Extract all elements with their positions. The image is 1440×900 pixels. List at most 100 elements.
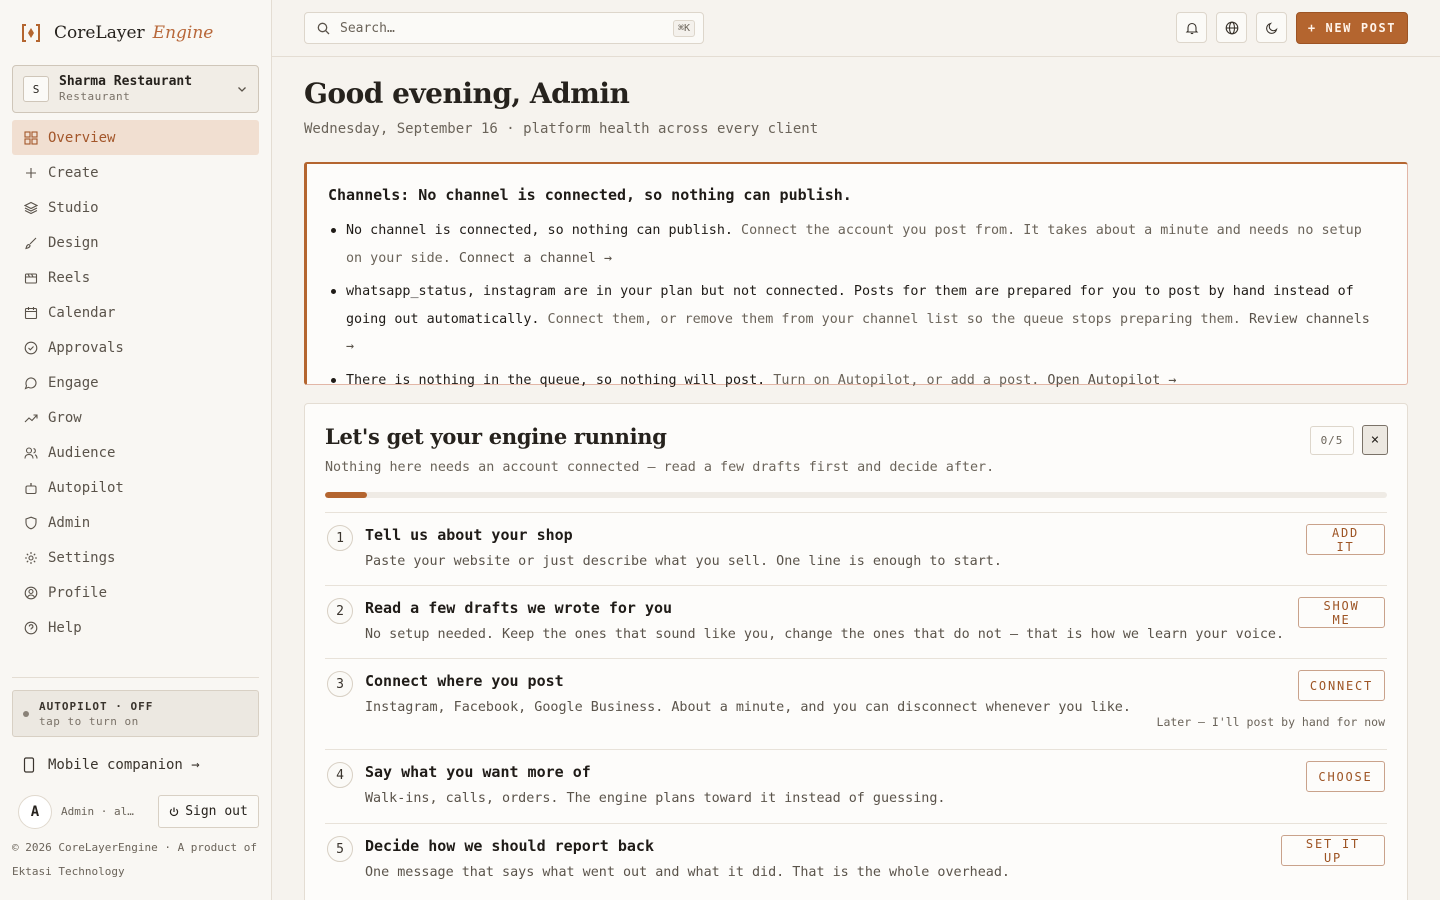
sidebar-item-engage[interactable]: Engage bbox=[12, 365, 259, 400]
gear-icon bbox=[24, 551, 38, 565]
robot-icon bbox=[24, 481, 38, 495]
notifications-button[interactable] bbox=[1176, 12, 1207, 43]
brand[interactable]: CoreLayer Engine bbox=[20, 20, 213, 46]
avatar[interactable]: A bbox=[18, 794, 52, 829]
alert-item-message: There is nothing in the queue, so nothin… bbox=[346, 372, 766, 388]
alert-item: No channel is connected, so nothing can … bbox=[328, 217, 1385, 272]
step-action-button[interactable]: CHOOSE bbox=[1306, 761, 1385, 792]
sidebar-item-label: Help bbox=[48, 619, 82, 636]
new-post-button[interactable]: + NEW POST bbox=[1296, 12, 1408, 44]
sidebar-item-autopilot[interactable]: Autopilot bbox=[12, 470, 259, 505]
step-action-button[interactable]: SET IT UP bbox=[1281, 835, 1385, 866]
sidebar-item-label: Grow bbox=[48, 409, 82, 426]
step-later-link[interactable]: Later — I'll post by hand for now bbox=[1157, 715, 1385, 729]
logo-icon bbox=[22, 24, 40, 42]
step-number: 4 bbox=[327, 762, 353, 788]
search-box[interactable]: ⌘K bbox=[304, 12, 704, 44]
step-action-button[interactable]: ADD IT bbox=[1306, 524, 1385, 555]
workspace-type: Restaurant bbox=[59, 90, 131, 103]
alert-item: There is nothing in the queue, so nothin… bbox=[328, 367, 1385, 395]
topbar: ⌘K + NEW POST bbox=[272, 0, 1440, 57]
autopilot-toggle[interactable]: AUTOPILOT · OFF tap to turn on bbox=[12, 690, 259, 737]
progress-counter: 0/5 bbox=[1310, 426, 1354, 455]
copyright: © 2026 CoreLayerEngine · A product of Ek… bbox=[12, 841, 258, 878]
sidebar-item-label: Profile bbox=[48, 584, 108, 601]
brand-name: CoreLayer bbox=[54, 23, 145, 43]
sidebar-item-label: Reels bbox=[48, 269, 91, 286]
sidebar-item-label: Studio bbox=[48, 199, 99, 216]
progress-bar bbox=[325, 492, 1387, 498]
search-input[interactable] bbox=[340, 20, 673, 36]
sidebar-item-label: Create bbox=[48, 164, 99, 181]
sidebar-item-grow[interactable]: Grow bbox=[12, 400, 259, 435]
step-title: Read a few drafts we wrote for you bbox=[365, 599, 673, 617]
sidebar-item-approvals[interactable]: Approvals bbox=[12, 330, 259, 365]
sidebar-item-audience[interactable]: Audience bbox=[12, 435, 259, 470]
sign-out-button[interactable]: Sign out bbox=[158, 795, 259, 828]
step-description: Paste your website or just describe what… bbox=[365, 554, 1002, 569]
search-shortcut: ⌘K bbox=[672, 19, 695, 37]
alert-item-message: No channel is connected, so nothing can … bbox=[346, 223, 733, 238]
brand-suffix: Engine bbox=[152, 23, 214, 43]
onboarding-title: Let's get your engine running bbox=[325, 424, 667, 449]
page-title: Good evening, Admin bbox=[304, 77, 630, 110]
sidebar-item-label: Calendar bbox=[48, 304, 116, 321]
user-name: Admin · al… bbox=[61, 805, 134, 818]
step-description: No setup needed. Keep the ones that soun… bbox=[365, 627, 1285, 642]
sidebar-item-calendar[interactable]: Calendar bbox=[12, 295, 259, 330]
step-title: Tell us about your shop bbox=[365, 526, 573, 544]
sidebar-item-overview[interactable]: Overview bbox=[12, 120, 259, 155]
sidebar-item-label: Settings bbox=[48, 549, 116, 566]
alert-title: Channels: No channel is connected, so no… bbox=[328, 186, 852, 204]
page-subtitle: Wednesday, September 16 · platform healt… bbox=[304, 121, 819, 137]
sidebar-divider bbox=[12, 677, 259, 678]
step-description: One message that says what went out and … bbox=[365, 865, 1010, 880]
sidebar-item-profile[interactable]: Profile bbox=[12, 575, 259, 610]
step-action-button[interactable]: SHOW ME bbox=[1298, 597, 1385, 628]
step-number: 3 bbox=[327, 671, 353, 697]
autopilot-status-dot bbox=[23, 710, 29, 717]
alert-list: No channel is connected, so nothing can … bbox=[328, 217, 1385, 394]
step-description: Instagram, Facebook, Google Business. Ab… bbox=[365, 700, 1131, 715]
brush-icon bbox=[24, 236, 38, 250]
grid-icon bbox=[24, 130, 38, 145]
user-circle-icon bbox=[24, 586, 38, 600]
sidebar-item-reels[interactable]: Reels bbox=[12, 260, 259, 295]
sidebar-item-admin[interactable]: Admin bbox=[12, 505, 259, 540]
step-number: 2 bbox=[327, 598, 353, 624]
shield-icon bbox=[24, 516, 38, 530]
plus-icon bbox=[24, 166, 38, 180]
sidebar-item-create[interactable]: Create bbox=[12, 155, 259, 190]
mobile-companion-link[interactable]: Mobile companion → bbox=[22, 754, 200, 776]
sidebar-item-studio[interactable]: Studio bbox=[12, 190, 259, 225]
sidebar-item-settings[interactable]: Settings bbox=[12, 540, 259, 575]
search-icon bbox=[317, 22, 330, 34]
alert-item-link[interactable]: Connect a channel → bbox=[459, 251, 612, 266]
step-title: Say what you want more of bbox=[365, 763, 591, 781]
channel-alert: Channels: No channel is connected, so no… bbox=[304, 162, 1408, 388]
alert-item-hint: Connect them, or remove them from your c… bbox=[547, 311, 1241, 327]
sidebar-item-design[interactable]: Design bbox=[12, 225, 259, 260]
bell-icon bbox=[1185, 22, 1198, 34]
sidebar-item-help[interactable]: Help bbox=[12, 610, 259, 645]
alert-item: whatsapp_status, instagram are in your p… bbox=[328, 278, 1385, 361]
alert-item-link[interactable]: Open Autopilot → bbox=[1047, 373, 1176, 388]
language-button[interactable] bbox=[1216, 12, 1247, 43]
autopilot-subtitle: tap to turn on bbox=[39, 714, 139, 728]
workspace-switcher[interactable]: S Sharma Restaurant Restaurant bbox=[12, 65, 259, 113]
power-icon bbox=[169, 807, 179, 816]
sign-out-label: Sign out bbox=[185, 804, 248, 819]
globe-icon bbox=[1225, 21, 1238, 34]
step-description: Walk-ins, calls, orders. The engine plan… bbox=[365, 791, 946, 806]
sidebar-item-label: Overview bbox=[48, 129, 116, 146]
chevron-down-icon bbox=[238, 87, 246, 92]
autopilot-title: AUTOPILOT · OFF bbox=[39, 699, 154, 713]
sidebar-item-label: Approvals bbox=[48, 339, 124, 356]
close-button[interactable]: × bbox=[1362, 425, 1388, 455]
step-action-button[interactable]: CONNECT bbox=[1298, 670, 1385, 701]
onboarding-step: 4 Say what you want more of Walk-ins, call… bbox=[325, 749, 1387, 823]
calendar-icon bbox=[24, 306, 38, 320]
check-circle-icon bbox=[24, 341, 38, 355]
theme-toggle-button[interactable] bbox=[1256, 12, 1287, 43]
user-footer: A Admin · al… Sign out bbox=[18, 794, 259, 829]
